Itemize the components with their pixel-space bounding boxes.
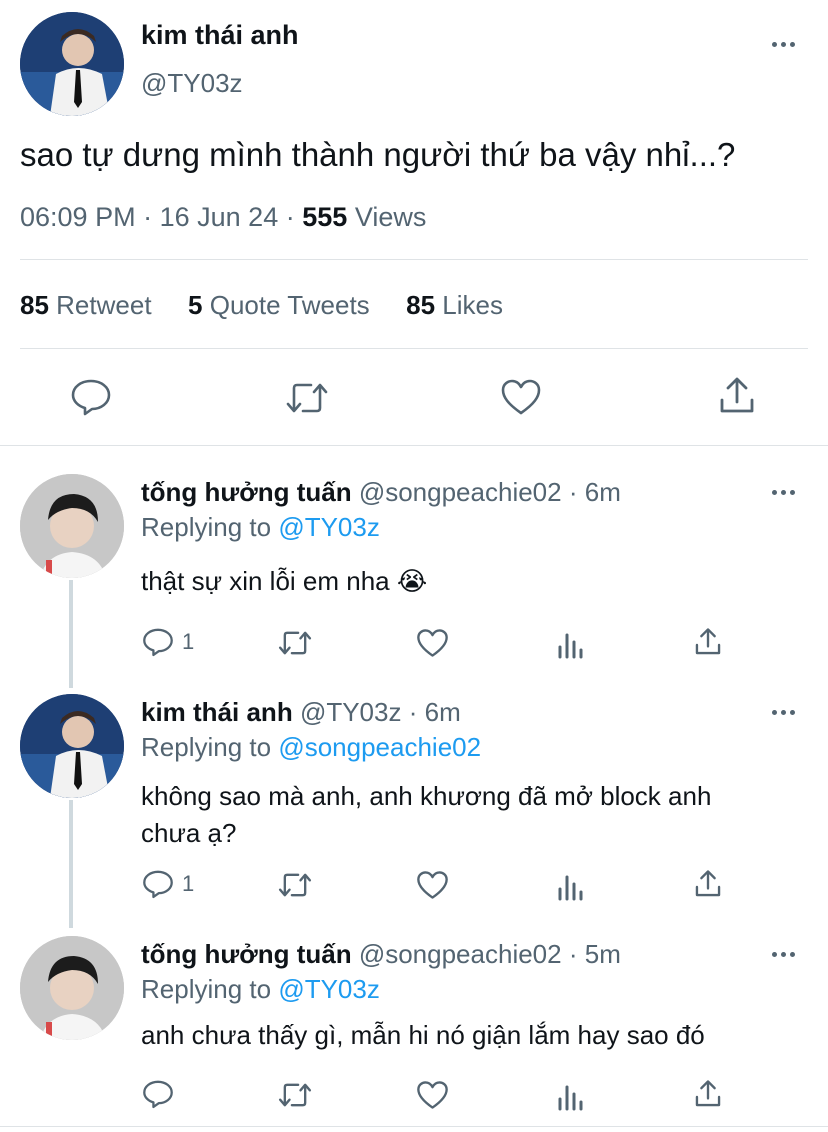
avatar[interactable] [20, 694, 124, 798]
likes-label: Likes [442, 290, 503, 320]
reply-text: thật sự xin lỗi em nha 😭 [141, 566, 428, 596]
display-name[interactable]: tống hưởng tuấn [141, 477, 352, 507]
separator: · [568, 477, 578, 507]
like-icon[interactable] [416, 1080, 449, 1110]
likes-stat[interactable]: 85 Likes [406, 290, 503, 320]
separator: · [568, 939, 578, 969]
reply-action[interactable]: 1 [142, 869, 194, 899]
reply-icon [143, 870, 173, 899]
replying-prefix: Replying to [141, 732, 272, 762]
replying-prefix: Replying to [141, 974, 272, 1004]
handle[interactable]: @TY03z [300, 697, 402, 727]
separator: · [408, 697, 418, 727]
separator: · [285, 202, 295, 232]
replying-to-handle[interactable]: @TY03z [278, 512, 380, 542]
reply-text: không sao mà anh, anh khương đã mở block… [141, 778, 711, 852]
reply-action[interactable]: 1 [142, 627, 194, 657]
divider [0, 1126, 828, 1127]
views-icon[interactable] [557, 1081, 585, 1111]
avatar[interactable] [20, 936, 124, 1040]
retweet-icon[interactable] [277, 628, 313, 658]
reply-text-line: chưa ạ? [141, 818, 237, 848]
retweets-label: Retweet [56, 290, 152, 320]
thread-line [69, 580, 73, 688]
thread-line [69, 800, 73, 928]
more-options-icon[interactable] [772, 42, 795, 47]
quotes-stat[interactable]: 5 Quote Tweets [188, 290, 377, 320]
divider [20, 259, 808, 260]
reply-time: 6m [584, 477, 621, 507]
handle[interactable]: @songpeachie02 [359, 477, 562, 507]
display-name[interactable]: kim thái anh [141, 20, 299, 51]
tweet-date: 16 Jun 24 [159, 202, 279, 232]
views-icon[interactable] [557, 629, 585, 659]
quotes-count: 5 [188, 290, 203, 320]
replying-to: Replying to @TY03z [141, 512, 380, 543]
divider [0, 445, 828, 446]
reply-text: anh chưa thấy gì, mẫn hi nó giận lắm hay… [141, 1020, 705, 1050]
divider [20, 348, 808, 349]
reply-count: 1 [182, 629, 195, 654]
replying-to: Replying to @TY03z [141, 974, 380, 1005]
like-icon[interactable] [416, 870, 449, 900]
reply-time: 6m [424, 697, 461, 727]
reply-header: tống hưởng tuấn @songpeachie02 · 5m [141, 939, 621, 970]
retweets-stat[interactable]: 85 Retweet [20, 290, 159, 320]
retweet-icon[interactable] [284, 380, 330, 416]
replying-to-handle[interactable]: @songpeachie02 [278, 732, 481, 762]
like-icon[interactable] [416, 628, 449, 658]
reply-action[interactable] [142, 1079, 182, 1109]
reply-icon [143, 628, 173, 657]
views-icon[interactable] [557, 871, 585, 901]
share-icon[interactable] [694, 627, 722, 657]
reply-time: 5m [584, 939, 621, 969]
reply-count: 1 [182, 871, 195, 896]
share-icon[interactable] [694, 1079, 722, 1109]
share-icon[interactable] [694, 869, 722, 899]
views-label: Views [354, 202, 427, 232]
reply-header: kim thái anh @TY03z · 6m [141, 697, 461, 728]
likes-count: 85 [406, 290, 436, 320]
more-options-icon[interactable] [772, 710, 795, 715]
retweets-count: 85 [20, 290, 49, 320]
avatar[interactable] [20, 474, 124, 578]
display-name[interactable]: kim thái anh [141, 697, 293, 727]
reply-text-line: không sao mà anh, anh khương đã mở block… [141, 781, 712, 811]
display-name[interactable]: tống hưởng tuấn [141, 939, 352, 969]
retweet-icon[interactable] [277, 870, 313, 900]
retweet-icon[interactable] [277, 1080, 313, 1110]
replying-to-handle[interactable]: @TY03z [278, 974, 380, 1004]
avatar[interactable] [20, 12, 124, 116]
tweet-meta: 06:09 PM · 16 Jun 24 · 555 Views [20, 202, 426, 233]
tweet-stats: 85 Retweet 5 Quote Tweets 85 Likes [20, 290, 503, 321]
reply-icon [143, 1080, 173, 1109]
reply-icon[interactable] [70, 378, 112, 416]
separator: · [143, 202, 153, 232]
replying-to: Replying to @songpeachie02 [141, 732, 481, 763]
reply-header: tống hưởng tuấn @songpeachie02 · 6m [141, 477, 621, 508]
tweet-time: 06:09 PM [20, 202, 136, 232]
tweet-text: sao tự dưng mình thành người thứ ba vậy … [20, 136, 736, 173]
share-icon[interactable] [718, 376, 756, 416]
more-options-icon[interactable] [772, 952, 795, 957]
like-icon[interactable] [500, 378, 542, 416]
handle[interactable]: @songpeachie02 [359, 939, 562, 969]
replying-prefix: Replying to [141, 512, 272, 542]
handle[interactable]: @TY03z [141, 68, 243, 99]
more-options-icon[interactable] [772, 490, 795, 495]
quotes-label: Quote Tweets [209, 290, 370, 320]
views-count: 555 [302, 202, 348, 232]
